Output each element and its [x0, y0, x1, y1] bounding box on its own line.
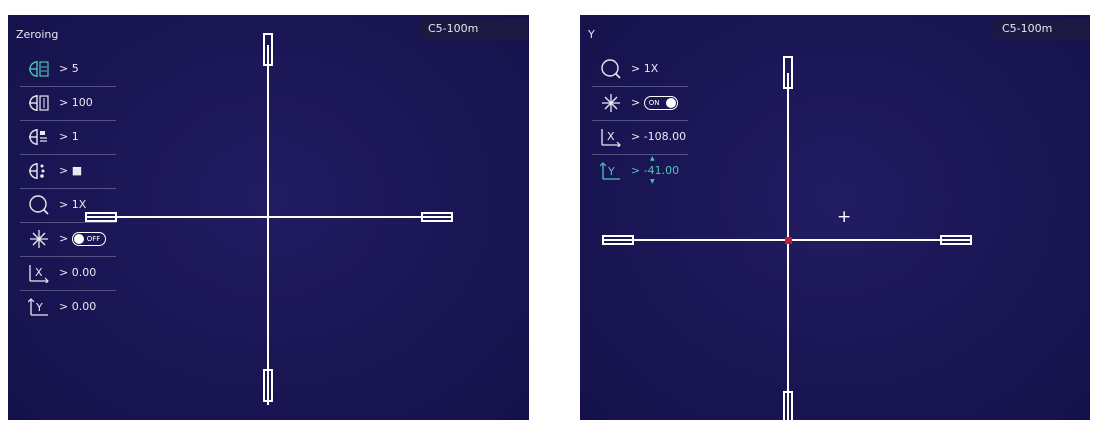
zoom-icon: [601, 59, 621, 79]
reticle-top-post: [263, 33, 273, 66]
aim-cursor[interactable]: +: [837, 209, 851, 226]
distance-icon: [29, 95, 49, 111]
adjust-menu: > 1X > ON X > -108.00 Y ▲ > -41.00 ▼: [592, 53, 688, 188]
distance-value: > 100: [59, 96, 93, 109]
toggle-knob: [73, 234, 84, 244]
screen-title: Zeroing: [16, 28, 59, 41]
menu-item-x-offset[interactable]: X > -108.00: [592, 121, 688, 155]
y-offset-value: > -41.00: [631, 164, 680, 177]
increase-arrow-icon[interactable]: ▲: [650, 155, 655, 162]
zeroing-target-icon: [29, 61, 49, 77]
svg-text:X: X: [607, 130, 615, 143]
zoom-value: > 1X: [59, 198, 87, 211]
freeze-arrow: >: [59, 232, 69, 245]
scope-view-zeroing: Zeroing C5-100m > 5 > 100 > 1 > ■ > 1X >…: [8, 15, 529, 420]
menu-item-x-offset[interactable]: X > 0.00: [20, 257, 116, 291]
zeroing-count-value: > 5: [59, 62, 79, 75]
y-axis-icon: Y: [28, 298, 48, 316]
menu-item-y-offset[interactable]: Y > 0.00: [20, 291, 116, 324]
zoom-value: > 1X: [631, 62, 659, 75]
reticle-horizontal-line: [85, 216, 453, 218]
toggle-state: ON: [648, 99, 660, 107]
svg-text:Y: Y: [607, 165, 615, 178]
reticle-bottom-post: [263, 369, 273, 402]
menu-item-zeroing-count[interactable]: > 5: [20, 53, 116, 87]
freeze-toggle[interactable]: ON: [643, 96, 678, 110]
reticle-vertical-line: [267, 45, 269, 405]
reticle-right-post: [421, 212, 453, 222]
x-offset-value: > 0.00: [59, 266, 97, 279]
freeze-arrow: >: [631, 96, 641, 109]
menu-item-y-offset[interactable]: Y ▲ > -41.00 ▼: [592, 155, 688, 188]
reticle-style-icon: [29, 129, 47, 145]
x-axis-icon: X: [29, 265, 49, 283]
menu-item-freeze[interactable]: > ON: [592, 87, 688, 121]
menu-item-reticle-color[interactable]: > ■: [20, 155, 116, 189]
x-axis-icon: X: [601, 129, 621, 147]
reticle-color-value: > ■: [59, 164, 83, 177]
svg-text:X: X: [35, 266, 43, 279]
svg-text:Y: Y: [35, 301, 43, 314]
reticle-top-post: [783, 56, 793, 89]
reticle-right-post: [940, 235, 972, 245]
reticle-color-icon: [29, 163, 45, 179]
reticle-left-post: [602, 235, 634, 245]
zeroing-menu: > 5 > 100 > 1 > ■ > 1X > OFF X > 0.00 Y …: [20, 53, 116, 324]
profile-label: C5-100m: [994, 18, 1090, 40]
x-offset-value: > -108.00: [631, 130, 687, 143]
zoom-icon: [29, 195, 49, 215]
profile-label: C5-100m: [420, 18, 528, 40]
reticle-left-post: [85, 212, 117, 222]
menu-item-distance[interactable]: > 100: [20, 87, 116, 121]
reticle-style-value: > 1: [59, 130, 79, 143]
freeze-value: > ON: [631, 96, 678, 110]
freeze-toggle[interactable]: OFF: [71, 232, 106, 246]
reticle-bottom-post: [783, 391, 793, 420]
screen-title: Y: [588, 28, 595, 41]
menu-item-zoom[interactable]: > 1X: [592, 53, 688, 87]
reticle-center-dot: [785, 237, 792, 244]
decrease-arrow-icon[interactable]: ▼: [650, 178, 655, 185]
freeze-icon: [602, 94, 620, 112]
reticle-vertical-line: [787, 73, 789, 420]
y-offset-value: > 0.00: [59, 300, 97, 313]
toggle-state: OFF: [86, 235, 101, 243]
scope-view-y-adjust: Y C5-100m > 1X > ON X > -108.00 Y ▲ > -4…: [580, 15, 1090, 420]
menu-item-reticle-style[interactable]: > 1: [20, 121, 116, 155]
freeze-value: > OFF: [59, 232, 106, 246]
menu-item-freeze[interactable]: > OFF: [20, 223, 116, 257]
freeze-icon: [30, 230, 48, 248]
y-axis-icon: Y: [600, 162, 620, 180]
toggle-knob: [665, 98, 676, 108]
